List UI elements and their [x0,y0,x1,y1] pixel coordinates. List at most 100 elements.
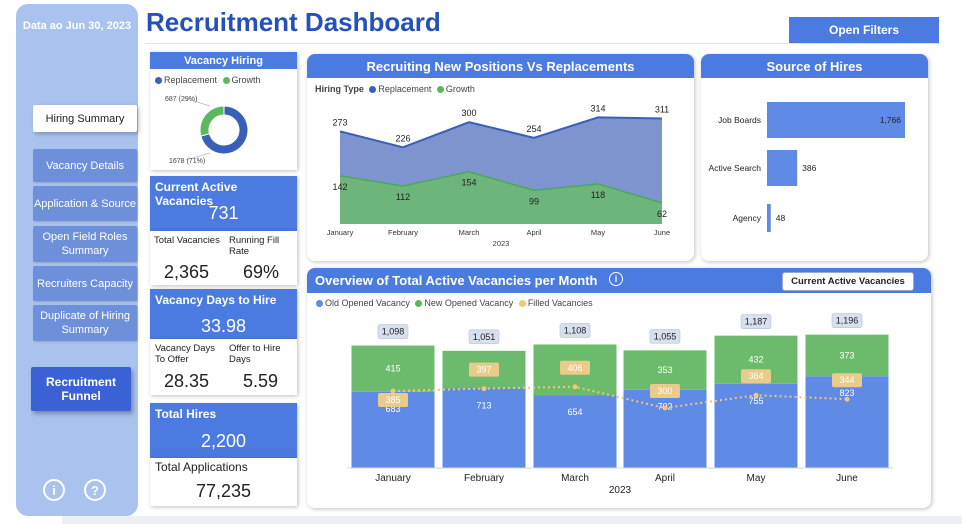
total-applications-value: 77,235 [195,481,252,501]
current-active-vacancies-button[interactable]: Current Active Vacancies [782,272,914,291]
sidebar: Data ao Jun 30, 2023 Hiring Summary Vaca… [16,4,138,516]
nav-application-source[interactable]: Application & Source [33,186,137,221]
growth-value-label: 154 [461,178,476,188]
donut-slice-growth [199,105,225,137]
legend-replacement: Replacement [164,75,218,85]
total-hires-kpi: Total Hires 2,200 [150,403,297,458]
replacement-value-label: 314 [590,103,605,113]
monthly-x-tick-label: January [375,473,411,484]
source-bar [767,150,798,186]
source-value-label: 1,766 [880,115,902,125]
monthly-x-tick-label: March [561,473,589,484]
total-value-label: 1,055 [654,331,677,341]
page-title: Recruitment Dashboard [146,7,441,37]
old-opened-value-label: 654 [567,407,582,417]
replacement-value-label: 226 [395,133,410,143]
area-x-tick-label: March [459,228,480,237]
header-divider [146,43,939,44]
vacancy-rate-card: Total Vacancies 2,365 Running Fill Rate … [150,231,297,285]
filled-vacancies-point [390,388,396,394]
monthly-overview-stacked-chart: 4156831,0983387131,0514546541,1083537021… [347,313,893,496]
days-to-offer-label: Vacancy Days To Offer [155,343,216,365]
vacancy-hiring-title: Vacancy Hiring [150,52,297,69]
growth-value-label: 62 [657,209,667,219]
source-value-label: 48 [776,213,786,223]
total-value-label: 1,108 [564,325,587,335]
total-applications-label: Total Applications [155,460,248,474]
running-fill-rate-label: Running Fill Rate [229,235,280,257]
growth-value-label: 112 [396,192,410,202]
total-hires-label: Total Hires [155,407,217,421]
days-breakdown-card: Vacancy Days To Offer 28.35 Offer to Hir… [150,339,297,395]
legend-filled: Filled Vacancies [527,298,593,308]
area-x-tick-label: February [388,228,418,237]
growth-value-label: 118 [591,190,605,200]
nav-recruiters-capacity[interactable]: Recruiters Capacity [33,266,137,301]
source-bar [767,204,771,232]
source-of-hires-card: Source of Hires Job Boards 1,766 Active Se… [701,54,928,261]
legend-new-opened: New Opened Vacancy [424,298,514,308]
days-to-hire-label: Vacancy Days to Hire [155,293,277,307]
area-x-axis-label: 2023 [493,239,510,248]
data-date: Data ao Jun 30, 2023 [22,20,132,32]
total-value-label: 1,196 [836,316,859,326]
old-opened-value-label: 713 [476,401,491,411]
monthly-x-axis-label: 2023 [609,485,632,496]
legend-dot-growth-area [436,86,444,94]
new-opened-value-label: 415 [385,364,400,374]
total-applications-card: Total Applications 77,235 [150,458,297,506]
nav-vacancy-details[interactable]: Vacancy Details [33,149,137,182]
hiring-type-legend-title: Hiring Type [315,84,364,94]
old-opened-bar [533,395,617,468]
monthly-overview-legend: Old Opened Vacancy New Opened Vacancy Fi… [313,298,593,308]
new-opened-value-label: 373 [839,350,854,360]
help-icon[interactable]: ? [84,479,106,501]
legend-replacement-area: Replacement [378,84,432,94]
total-hires-value: 2,200 [200,431,247,451]
current-active-value: 731 [208,203,239,223]
total-vacancies-label: Total Vacancies [154,235,220,246]
legend-dot-replacement-area [369,86,377,94]
monthly-overview-info-icon[interactable]: i [609,272,623,286]
legend-dot-growth [222,77,230,85]
nav-open-field-roles[interactable]: Open Field Roles Summary [33,226,137,262]
filled-value-label: 385 [385,395,400,405]
vacancy-days-to-hire-kpi: Vacancy Days to Hire 33.98 [150,289,297,339]
vacancy-hiring-legend: Replacement Growth [152,75,261,85]
open-filters-button[interactable]: Open Filters [789,17,939,43]
new-vs-replacement-card: Recruiting New Positions Vs Replacements… [307,54,694,261]
new-opened-value-label: 353 [657,365,672,375]
filled-vacancies-point [662,405,668,411]
current-active-vacancies-kpi: Current Active Vacancies 731 [150,176,297,231]
new-vs-replacement-area-chart: 273 226 300 254 314 311 142 112 154 99 118 62 Januar… [327,103,670,248]
filled-vacancies-point [481,386,487,392]
total-value-label: 1,098 [382,327,405,337]
vacancy-hiring-donut-chart: 687 (29%) 1678 (71%) [165,96,249,165]
legend-dot-old-opened [316,300,323,308]
monthly-x-tick-label: February [464,473,504,484]
new-vs-replacement-title: Recruiting New Positions Vs Replacements [307,54,694,78]
vacancy-hiring-card: Vacancy Hiring Replacement Growth 687 (2… [150,52,297,170]
nav-duplicate-hiring-summary[interactable]: Duplicate of Hiring Summary [33,305,137,341]
info-icon[interactable]: i [43,479,65,501]
area-x-tick-label: January [327,228,354,237]
filled-vacancies-point [572,384,578,390]
filled-vacancies-point [753,392,759,398]
legend-dot-filled [518,300,526,308]
replacement-value-label: 273 [332,117,347,127]
source-of-hires-bar-chart: Job Boards 1,766 Active Search 386 Agency 48 [709,102,905,232]
growth-value-label: 142 [332,182,347,192]
total-vacancies-value: 2,365 [164,262,210,282]
donut-label-replacement: 1678 (71%) [169,158,205,165]
new-opened-value-label: 432 [748,355,763,365]
area-x-tick-label: June [654,228,670,237]
nav-hiring-summary[interactable]: Hiring Summary [33,105,137,132]
source-value-label: 386 [802,163,816,173]
days-to-offer-value: 28.35 [164,371,210,391]
bottom-strip [62,516,962,524]
filled-value-label: 364 [748,371,763,381]
recruitment-funnel-button[interactable]: Recruitment Funnel [31,367,131,411]
offer-to-hire-value: 5.59 [243,371,279,391]
source-category-label: Active Search [709,163,762,173]
area-x-tick-label: May [591,228,605,237]
